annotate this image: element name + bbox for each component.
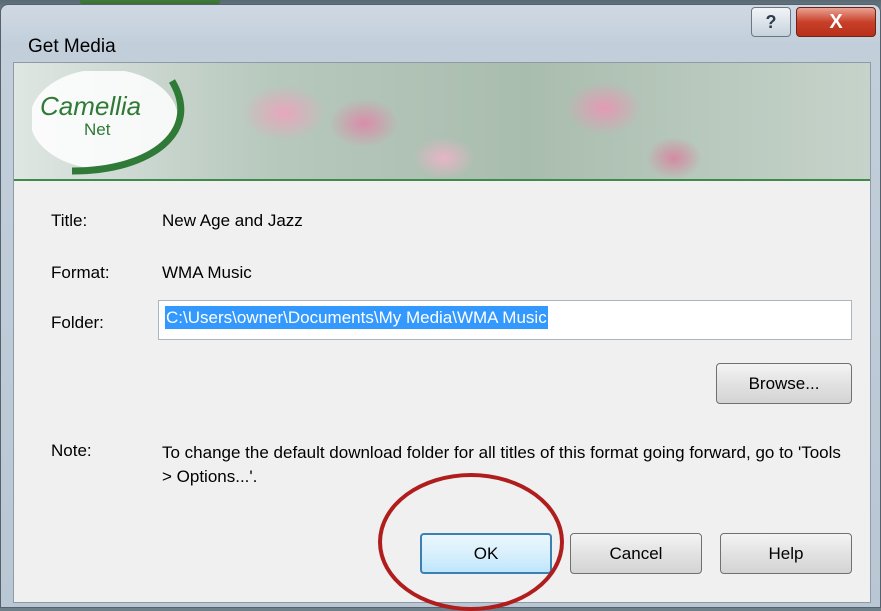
cancel-button[interactable]: Cancel [570,533,702,574]
format-label: Format: [51,263,110,282]
folder-input[interactable]: C:\Users\owner\Documents\My Media\WMA Mu… [158,300,852,340]
dialog-body: Camellia Net Title: New Age and Jazz For… [13,62,871,603]
logo-text-bottom: Net [84,120,111,139]
title-label: Title: [51,211,88,230]
title-value: New Age and Jazz [162,211,303,230]
close-icon[interactable]: X [796,7,876,37]
title-bar[interactable]: Get Media ? X [1,5,880,63]
folder-label: Folder: [51,313,104,332]
logo-text-top: Camellia [40,91,141,121]
get-media-dialog: Get Media ? X Camellia Net Title: New Ag… [0,4,881,608]
window-title: Get Media [28,36,116,57]
help-icon[interactable]: ? [751,7,791,37]
camellia-banner: Camellia Net [14,63,870,181]
note-label: Note: [51,441,92,460]
note-text: To change the default download folder fo… [162,443,841,486]
format-value: WMA Music [162,263,252,282]
camellia-net-logo: Camellia Net [32,71,185,175]
ok-button[interactable]: OK [420,533,552,574]
folder-input-value: C:\Users\owner\Documents\My Media\WMA Mu… [165,306,548,329]
browse-button[interactable]: Browse... [716,363,852,404]
help-button[interactable]: Help [720,533,852,574]
